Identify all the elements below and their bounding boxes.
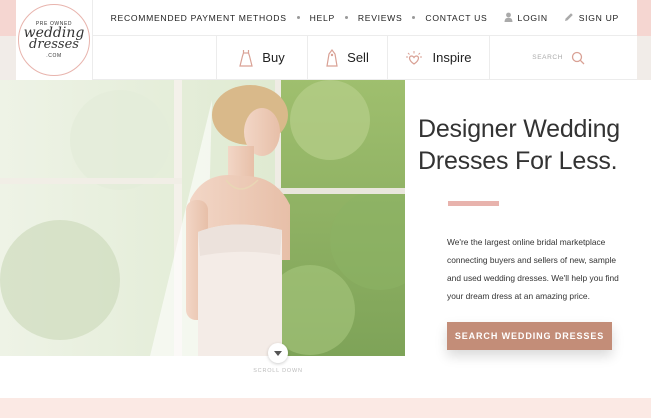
- user-icon: [504, 12, 513, 24]
- hero-headline-line-1: Designer Wedding: [418, 115, 621, 143]
- link-contact-us[interactable]: CONTACT US: [425, 13, 487, 23]
- nav-sell[interactable]: Sell: [307, 36, 387, 79]
- nav-inspire-label: Inspire: [432, 50, 472, 65]
- search-placeholder: SEARCH: [532, 54, 563, 61]
- hero-headline: Designer Wedding Dresses For Less.: [418, 113, 648, 177]
- hero-description: We're the largest online bridal marketpl…: [447, 237, 619, 301]
- chevron-down-icon: [274, 344, 282, 362]
- price-tag-icon: [326, 48, 338, 67]
- logo-word-2: dresses: [29, 37, 79, 52]
- link-help[interactable]: HELP: [310, 13, 335, 23]
- link-reviews[interactable]: REVIEWS: [358, 13, 403, 23]
- login-link[interactable]: LOGIN: [504, 12, 548, 24]
- scroll-down-button[interactable]: [268, 343, 288, 363]
- search-field[interactable]: SEARCH: [489, 36, 637, 79]
- hero-photo: [0, 80, 405, 356]
- nav-buy-label: Buy: [262, 50, 285, 65]
- left-side-panel: [0, 36, 16, 80]
- right-accent-stripe: [637, 0, 651, 36]
- signup-link[interactable]: SIGN UP: [564, 12, 619, 24]
- search-icon[interactable]: [571, 51, 585, 65]
- right-side-panel: [637, 36, 651, 80]
- separator-dot: [412, 16, 416, 19]
- heart-sparkle-icon: [405, 50, 423, 66]
- dress-icon: [239, 49, 254, 67]
- accent-divider: [448, 201, 499, 206]
- signup-label: SIGN UP: [578, 12, 619, 23]
- hero-headline-line-2: Dresses For Less.: [418, 147, 618, 175]
- link-payment-methods[interactable]: RECOMMENDED PAYMENT METHODS: [111, 13, 287, 23]
- main-nav: Buy Sell Inspire SEARCH: [93, 36, 637, 80]
- nav-buy[interactable]: Buy: [216, 36, 307, 79]
- utility-bar: RECOMMENDED PAYMENT METHODS HELP REVIEWS…: [93, 0, 637, 36]
- logo-suffix: .COM: [46, 53, 62, 59]
- site-logo: PRE OWNED wedding dresses .COM: [18, 4, 90, 76]
- pencil-icon: [564, 12, 574, 24]
- login-label: LOGIN: [517, 12, 548, 23]
- separator-dot: [296, 16, 300, 19]
- logo-link[interactable]: PRE OWNED wedding dresses .COM: [16, 0, 93, 80]
- left-accent-stripe: [0, 0, 16, 36]
- nav-inspire[interactable]: Inspire: [387, 36, 489, 79]
- next-section-band: [0, 398, 651, 418]
- scroll-down-label: SCROLL DOWN: [253, 368, 303, 374]
- search-wedding-dresses-button[interactable]: SEARCH WEDDING DRESSES: [447, 322, 612, 350]
- separator-dot: [344, 16, 348, 19]
- nav-sell-label: Sell: [347, 50, 369, 65]
